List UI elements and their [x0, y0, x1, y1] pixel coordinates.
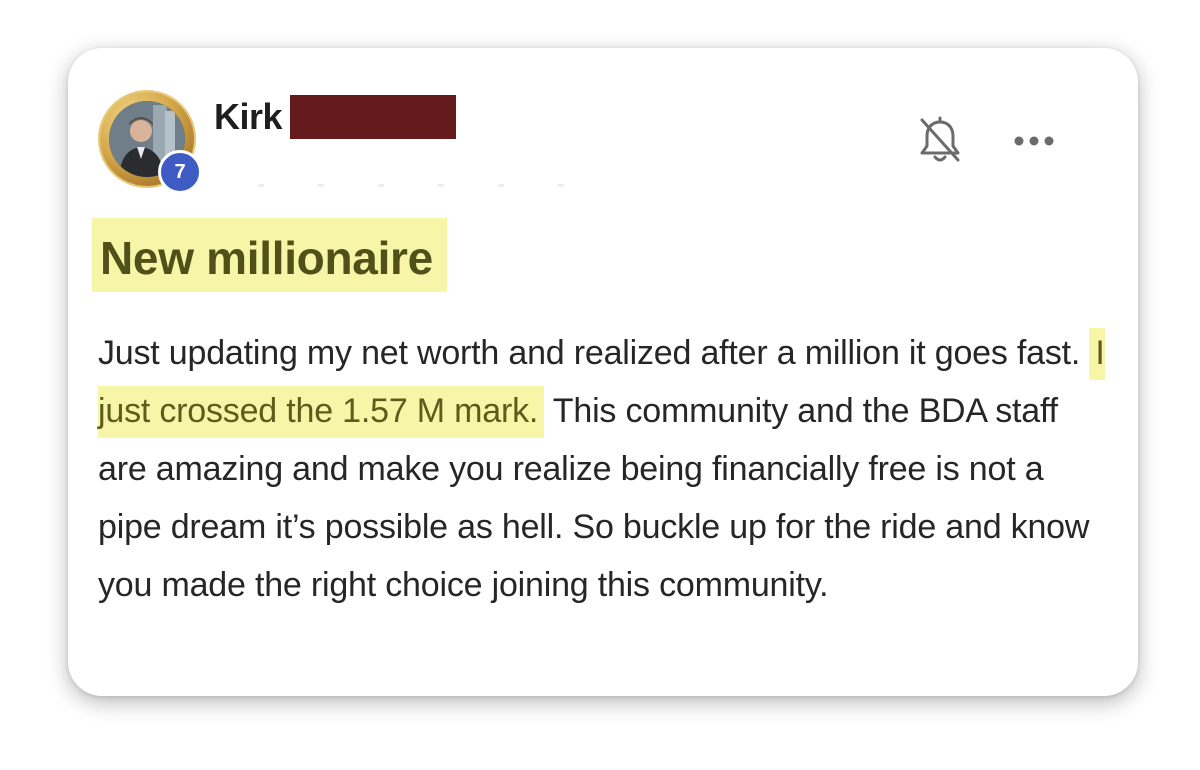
notifications-toggle-button[interactable]: [916, 114, 964, 166]
more-options-button[interactable]: [1010, 124, 1060, 158]
more-horizontal-icon: [1010, 136, 1060, 162]
post-meta-faded: [258, 184, 618, 187]
post-title: New millionaire: [92, 218, 447, 292]
post-card: 7 Kirk New millionaire Just updating my …: [68, 48, 1138, 696]
author-avatar[interactable]: 7: [100, 92, 202, 194]
post-body: Just updating my net worth and realized …: [98, 324, 1108, 614]
bell-off-icon: [916, 116, 964, 170]
redaction-bar: [290, 95, 456, 139]
post-body-text: Just updating my net worth and realized …: [98, 334, 1081, 372]
author-name[interactable]: Kirk: [214, 96, 283, 138]
level-badge: 7: [158, 150, 202, 194]
